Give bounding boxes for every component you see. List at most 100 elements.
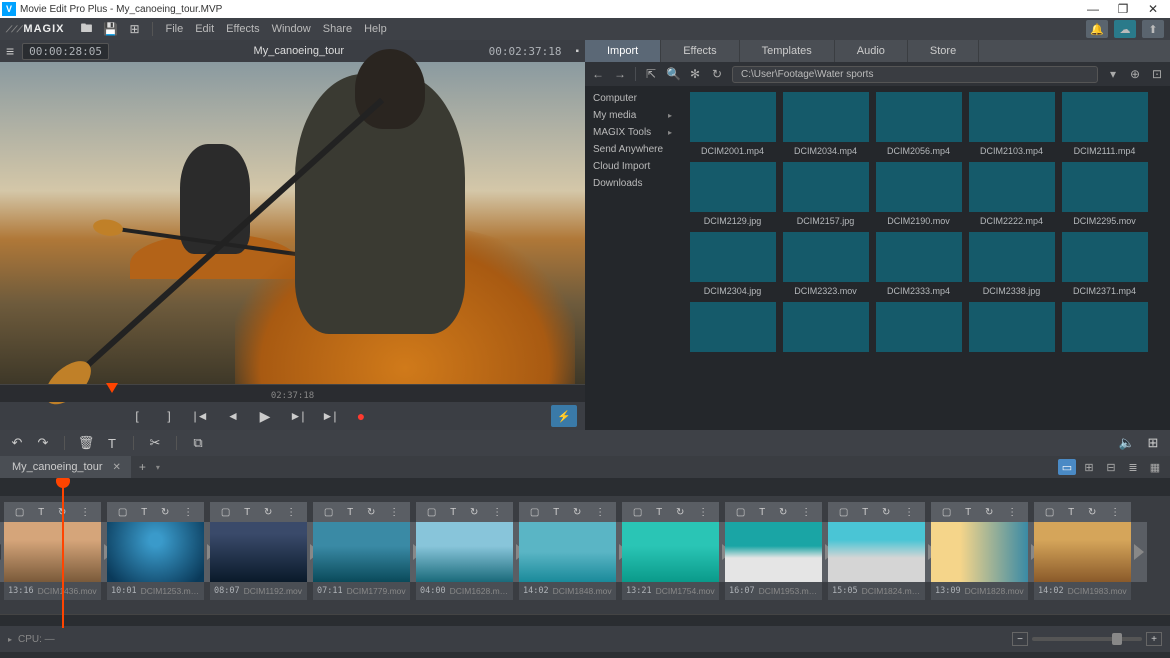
tab-audio[interactable]: Audio (835, 40, 908, 62)
clip-body[interactable] (622, 522, 719, 582)
clip-menu-icon[interactable]: ⋮ (595, 507, 605, 518)
media-thumbnail[interactable] (876, 232, 962, 282)
media-item[interactable]: DCIM2034.mp4 (779, 92, 872, 156)
media-thumbnail[interactable] (876, 92, 962, 142)
media-thumbnail[interactable] (783, 92, 869, 142)
clip-rotate-icon[interactable]: ↻ (161, 507, 169, 518)
media-item[interactable] (686, 302, 779, 356)
close-button[interactable]: ✕ (1138, 2, 1168, 16)
speaker-icon[interactable]: 🔈 (1118, 435, 1136, 451)
media-thumbnail[interactable] (690, 92, 776, 142)
flash-button[interactable]: ⚡ (551, 405, 577, 427)
title-icon[interactable]: T (103, 436, 121, 451)
clip-body[interactable] (4, 522, 101, 582)
cloud-icon[interactable]: ☁ (1114, 20, 1136, 38)
folder-item[interactable]: Cloud Import (585, 158, 680, 175)
transition-right-handle[interactable] (1131, 522, 1147, 582)
path-input[interactable]: C:\User\Footage\Water sports (732, 66, 1098, 83)
clip-body[interactable] (1034, 522, 1131, 582)
clip[interactable]: ▢T↻⋮13:21DCIM1754.mov (622, 502, 719, 600)
timeline-tab-close[interactable]: ✕ (113, 462, 121, 473)
media-item[interactable] (872, 302, 965, 356)
viewer-lock-icon[interactable]: ▪ (575, 46, 579, 57)
tab-store[interactable]: Store (908, 40, 979, 62)
timeline-scrollbar[interactable] (0, 614, 1170, 626)
media-thumbnail[interactable] (876, 162, 962, 212)
media-item[interactable]: DCIM2222.mp4 (965, 162, 1058, 226)
clip-rotate-icon[interactable]: ↻ (882, 507, 890, 518)
clip-select-icon[interactable]: ▢ (427, 507, 436, 518)
clip-menu-icon[interactable]: ⋮ (1110, 507, 1120, 518)
playhead-marker[interactable] (106, 383, 118, 393)
undo-icon[interactable]: ↶ (8, 435, 26, 451)
clip[interactable]: ▢T↻⋮04:00DCIM1628.mp4 (416, 502, 513, 600)
range-start-button[interactable]: [ (124, 406, 150, 426)
options-icon[interactable]: ⊡ (1150, 67, 1164, 81)
clip-menu-icon[interactable]: ⋮ (492, 507, 502, 518)
media-item[interactable]: DCIM2129.jpg (686, 162, 779, 226)
folder-item[interactable]: Downloads (585, 175, 680, 192)
clip-menu-icon[interactable]: ⋮ (80, 507, 90, 518)
redo-icon[interactable]: ↷ (34, 435, 52, 451)
view-storyboard-icon[interactable]: ▭ (1058, 459, 1076, 475)
preview-ruler[interactable]: 02:37:18 (0, 384, 585, 402)
clip-title-icon[interactable]: T (553, 507, 559, 518)
menu-window[interactable]: Window (266, 23, 317, 35)
group-icon[interactable]: ⧉ (189, 435, 207, 451)
media-thumbnail[interactable] (690, 232, 776, 282)
next-frame-button[interactable]: ►| (284, 406, 310, 426)
media-thumbnail[interactable] (969, 302, 1055, 352)
save-icon[interactable]: 💾 (101, 22, 119, 36)
clip-title-icon[interactable]: T (141, 507, 147, 518)
clip-menu-icon[interactable]: ⋮ (801, 507, 811, 518)
folder-item[interactable]: Computer (585, 90, 680, 107)
media-item[interactable]: DCIM2001.mp4 (686, 92, 779, 156)
range-end-button[interactable]: ] (156, 406, 182, 426)
grid-icon[interactable]: ⊞ (125, 22, 143, 36)
clip-title-icon[interactable]: T (347, 507, 353, 518)
record-button[interactable]: ● (348, 406, 374, 426)
viewer-menu-icon[interactable]: ≡ (6, 43, 14, 59)
clip-title-icon[interactable]: T (450, 507, 456, 518)
clip-select-icon[interactable]: ▢ (15, 507, 24, 518)
clip[interactable]: ▢T↻⋮13:16DCIM1436.mov (4, 502, 101, 600)
clip-title-icon[interactable]: T (1068, 507, 1074, 518)
clip-title-icon[interactable]: T (965, 507, 971, 518)
media-thumbnail[interactable] (1062, 162, 1148, 212)
clip-title-icon[interactable]: T (244, 507, 250, 518)
media-thumbnail[interactable] (783, 162, 869, 212)
nav-fwd-icon[interactable]: → (613, 67, 627, 81)
notifications-icon[interactable]: 🔔 (1086, 20, 1108, 38)
media-thumbnail[interactable] (783, 302, 869, 352)
clip[interactable]: ▢T↻⋮14:02DCIM1848.mov (519, 502, 616, 600)
search-icon[interactable]: 🔍 (666, 67, 680, 81)
media-item[interactable]: DCIM2371.mp4 (1058, 232, 1151, 296)
tab-import[interactable]: Import (585, 40, 661, 62)
media-item[interactable]: DCIM2056.mp4 (872, 92, 965, 156)
settings-icon[interactable]: ✻ (688, 67, 702, 81)
media-item[interactable]: DCIM2304.jpg (686, 232, 779, 296)
media-thumbnail[interactable] (783, 232, 869, 282)
playhead-time[interactable]: 00:00:28:05 (22, 43, 109, 60)
clip-body[interactable] (210, 522, 307, 582)
video-preview[interactable] (0, 62, 585, 384)
media-thumbnail[interactable] (969, 232, 1055, 282)
timeline-add-chev[interactable]: ▾ (156, 463, 160, 472)
media-thumbnail[interactable] (1062, 302, 1148, 352)
media-item[interactable]: DCIM2333.mp4 (872, 232, 965, 296)
folder-item[interactable]: MAGIX Tools▸ (585, 124, 680, 141)
clip-title-icon[interactable]: T (759, 507, 765, 518)
new-icon[interactable]: 🖿 (77, 19, 95, 40)
zoom-out-button[interactable]: − (1012, 632, 1028, 646)
nav-back-icon[interactable]: ← (591, 67, 605, 81)
transition-left-handle[interactable] (0, 522, 4, 582)
media-item[interactable] (1058, 302, 1151, 356)
timeline-add-button[interactable]: + (131, 460, 154, 474)
clip-body[interactable] (107, 522, 204, 582)
refresh-icon[interactable]: ↻ (710, 67, 724, 81)
clip-select-icon[interactable]: ▢ (118, 507, 127, 518)
tab-templates[interactable]: Templates (740, 40, 835, 62)
clip-select-icon[interactable]: ▢ (633, 507, 642, 518)
media-thumbnail[interactable] (690, 162, 776, 212)
clip-menu-icon[interactable]: ⋮ (904, 507, 914, 518)
